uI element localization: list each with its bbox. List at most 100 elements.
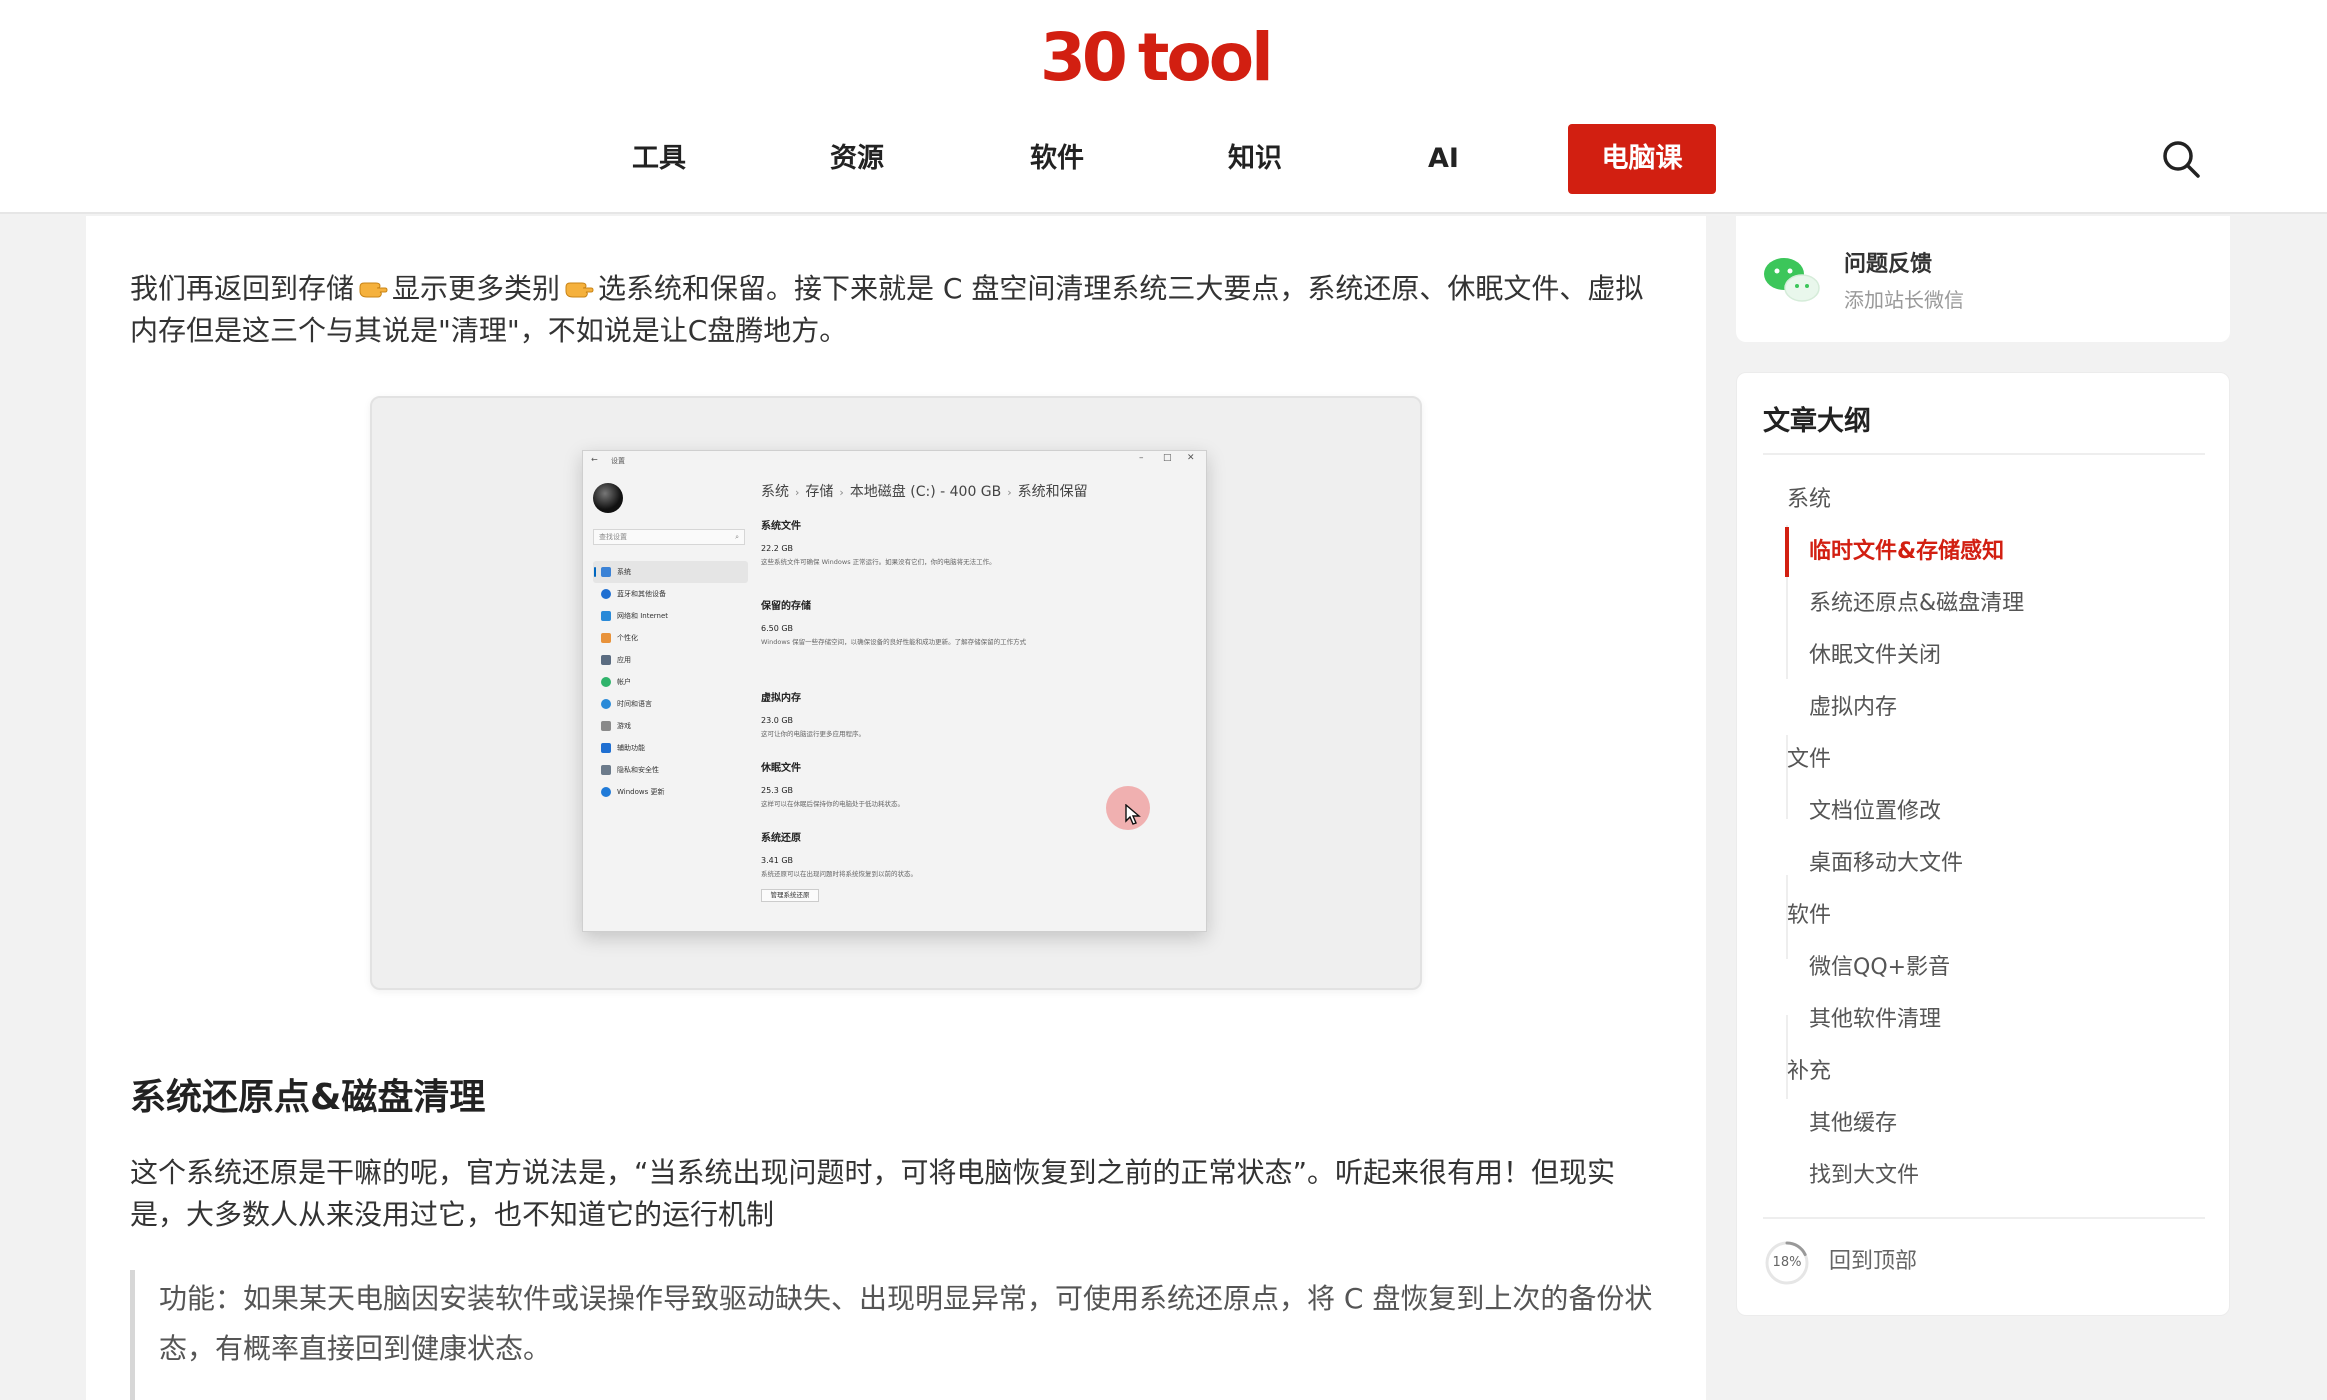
p1-part-b: 显示更多类别 xyxy=(392,272,561,305)
settings-menu-item: 蓝牙和其他设备 xyxy=(593,583,748,605)
storage-section-desc: 这样可以在休眠后保持你的电脑处于低功耗状态。 xyxy=(761,800,904,808)
logo-word: tool xyxy=(1137,19,1274,96)
search-icon: ⌕ xyxy=(735,533,739,541)
nav-item-resources[interactable]: 资源 xyxy=(830,124,884,194)
storage-section-desc: 系统还原可以在出现问题时将系统恢复到以前的状态。 xyxy=(761,870,917,878)
toc-item[interactable]: 找到大文件 xyxy=(1809,1159,1919,1193)
user-avatar xyxy=(593,483,623,513)
storage-section-desc: 这些系统文件可确保 Windows 正常运行。如果没有它们，你的电脑将无法工作。 xyxy=(761,558,996,566)
table-of-contents: 文章大纲 系统 临时文件&存储感知 系统还原点&磁盘清理 休眠文件关闭 虚拟内存… xyxy=(1736,372,2230,1316)
settings-menu-label: 系统 xyxy=(617,568,631,576)
account-icon xyxy=(601,677,611,687)
settings-menu-item: Windows 更新 xyxy=(593,781,748,803)
toc-divider xyxy=(1763,1217,2205,1219)
accessibility-icon xyxy=(601,743,611,753)
storage-section-value: 25.3 GB xyxy=(761,786,794,795)
toc-item[interactable]: 其他缓存 xyxy=(1809,1107,1897,1141)
storage-section: 系统还原 3.41 GB 系统还原可以在出现问题时将系统恢复到以前的状态。 xyxy=(761,829,1031,879)
toc-item[interactable]: 虚拟内存 xyxy=(1809,691,1897,725)
settings-menu-label: 应用 xyxy=(617,656,631,664)
toc-item[interactable]: 桌面移动大文件 xyxy=(1809,847,1963,881)
toc-item[interactable]: 软件 xyxy=(1787,899,1831,933)
settings-menu-item: 游戏 xyxy=(593,715,748,737)
breadcrumb-item: 系统和保留 xyxy=(1017,484,1088,500)
storage-section-value: 6.50 GB xyxy=(761,624,794,633)
site-header: 30 tool 工具 资源 软件 知识 AI 电脑课 xyxy=(0,0,2327,214)
settings-menu-item: 帐户 xyxy=(593,671,748,693)
storage-section-value: 23.0 GB xyxy=(761,716,794,725)
storage-section-title: 系统文件 xyxy=(761,521,801,532)
toc-title: 文章大纲 xyxy=(1763,406,1871,437)
nav-item-software[interactable]: 软件 xyxy=(1030,124,1084,194)
mouse-cursor-icon xyxy=(1125,804,1141,825)
feedback-subtitle: 添加站长微信 xyxy=(1844,288,1964,312)
breadcrumb-item: 本地磁盘 (C:) - 400 GB xyxy=(849,484,1002,500)
search-button[interactable] xyxy=(2160,138,2202,180)
nav-item-computer-course[interactable]: 电脑课 xyxy=(1568,124,1716,194)
settings-menu-item: 个性化 xyxy=(593,627,748,649)
breadcrumb-item: 系统 xyxy=(761,484,789,500)
pointing-hand-icon xyxy=(565,282,594,298)
settings-menu-item: 隐私和安全性 xyxy=(593,759,748,781)
globe-icon xyxy=(601,699,611,709)
wifi-icon xyxy=(601,611,611,621)
settings-menu-label: 帐户 xyxy=(617,678,631,686)
settings-menu-label: 游戏 xyxy=(617,722,631,730)
settings-menu-label: 时间和语言 xyxy=(617,700,652,708)
toc-item[interactable]: 其他软件清理 xyxy=(1809,1003,1941,1037)
settings-breadcrumb: 系统 › 存储 › 本地磁盘 (C:) - 400 GB › 系统和保留 xyxy=(761,481,1088,501)
nav-item-knowledge[interactable]: 知识 xyxy=(1228,124,1282,194)
article-paragraph-2: 这个系统还原是干嘛的呢，官方说法是，“当系统出现问题时，可将电脑恢复到之前的正常… xyxy=(130,1156,1616,1231)
storage-section-value: 22.2 GB xyxy=(761,544,794,553)
blockquote-text: 功能：如果某天电脑因安装软件或误操作导致驱动缺失、出现明显异常，可使用系统还原点… xyxy=(159,1282,1653,1365)
reading-progress-label: 18% xyxy=(1772,1255,1802,1270)
settings-menu-label: 个性化 xyxy=(617,634,638,642)
section-heading: 系统还原点&磁盘清理 xyxy=(130,1077,486,1118)
settings-search-box: 查找设置 ⌕ xyxy=(593,529,745,545)
nav-item-tools[interactable]: 工具 xyxy=(632,124,686,194)
wechat-icon xyxy=(1764,258,1820,302)
chevron-right-icon: › xyxy=(1007,486,1012,499)
settings-menu-item: 时间和语言 xyxy=(593,693,748,715)
shield-icon xyxy=(601,765,611,775)
gamepad-icon xyxy=(601,721,611,731)
toc-active-indicator xyxy=(1785,527,1789,577)
maximize-icon: □ xyxy=(1163,453,1172,463)
toc-divider xyxy=(1763,453,2205,455)
storage-section-title: 系统还原 xyxy=(761,833,801,844)
toc-item[interactable]: 补充 xyxy=(1787,1055,1831,1089)
toc-item-active[interactable]: 临时文件&存储感知 xyxy=(1809,535,2004,569)
storage-section: 休眠文件 25.3 GB 这样可以在休眠后保持你的电脑处于低功耗状态。 xyxy=(761,759,1031,809)
article-paragraph-1: 我们再返回到存储 显示更多类别 选系统和保留。接下来就是 C 盘空间清理系统三大要点… xyxy=(130,268,1660,352)
settings-menu-item: 网络和 Internet xyxy=(593,605,748,627)
window-titlebar: ← 设置 – □ ✕ xyxy=(583,451,1206,469)
feedback-card[interactable]: 问题反馈 添加站长微信 xyxy=(1736,216,2230,342)
settings-menu: 系统 蓝牙和其他设备 网络和 Internet 个性化 应用 帐户 时间和语言 … xyxy=(593,561,748,803)
apps-icon xyxy=(601,655,611,665)
update-icon xyxy=(601,787,611,797)
back-arrow-icon: ← xyxy=(591,455,598,464)
search-icon xyxy=(2163,141,2200,178)
toc-item[interactable]: 微信QQ+影音 xyxy=(1809,951,1950,985)
toc-item[interactable]: 系统还原点&磁盘清理 xyxy=(1809,587,2024,621)
storage-section: 系统文件 22.2 GB 这些系统文件可确保 Windows 正常运行。如果没有… xyxy=(761,517,1031,567)
toc-item[interactable]: 文档位置修改 xyxy=(1809,795,1941,829)
toc-item[interactable]: 休眠文件关闭 xyxy=(1809,639,1941,673)
settings-menu-item: 系统 xyxy=(593,561,748,583)
settings-window-screenshot: ← 设置 – □ ✕ 查找设置 ⌕ 系统 蓝牙和其他设备 网络和 Interne… xyxy=(582,450,1207,932)
settings-menu-label: Windows 更新 xyxy=(617,788,665,796)
back-to-top-button[interactable]: 回到顶部 xyxy=(1829,1245,1917,1279)
bluetooth-icon xyxy=(601,589,611,599)
toc-item[interactable]: 系统 xyxy=(1787,483,1831,517)
storage-section-desc: 这可让你的电脑运行更多应用程序。 xyxy=(761,730,865,738)
settings-search-placeholder: 查找设置 xyxy=(599,533,627,541)
nav-item-ai[interactable]: AI xyxy=(1428,124,1459,194)
storage-section: 保留的存储 6.50 GB Windows 保留一些存储空间，以确保设备的良好性… xyxy=(761,597,1031,647)
article-blockquote: 功能：如果某天电脑因安装软件或误操作导致驱动缺失、出现明显异常，可使用系统还原点… xyxy=(130,1270,1670,1400)
monitor-icon xyxy=(601,567,611,577)
minimize-icon: – xyxy=(1139,453,1144,463)
storage-section-desc: Windows 保留一些存储空间，以确保设备的良好性能和成功更新。了解存储保留的… xyxy=(761,638,1027,646)
toc-item[interactable]: 文件 xyxy=(1787,743,1831,777)
site-logo[interactable]: 30 tool xyxy=(1040,19,1274,96)
storage-section-title: 休眠文件 xyxy=(761,763,801,774)
